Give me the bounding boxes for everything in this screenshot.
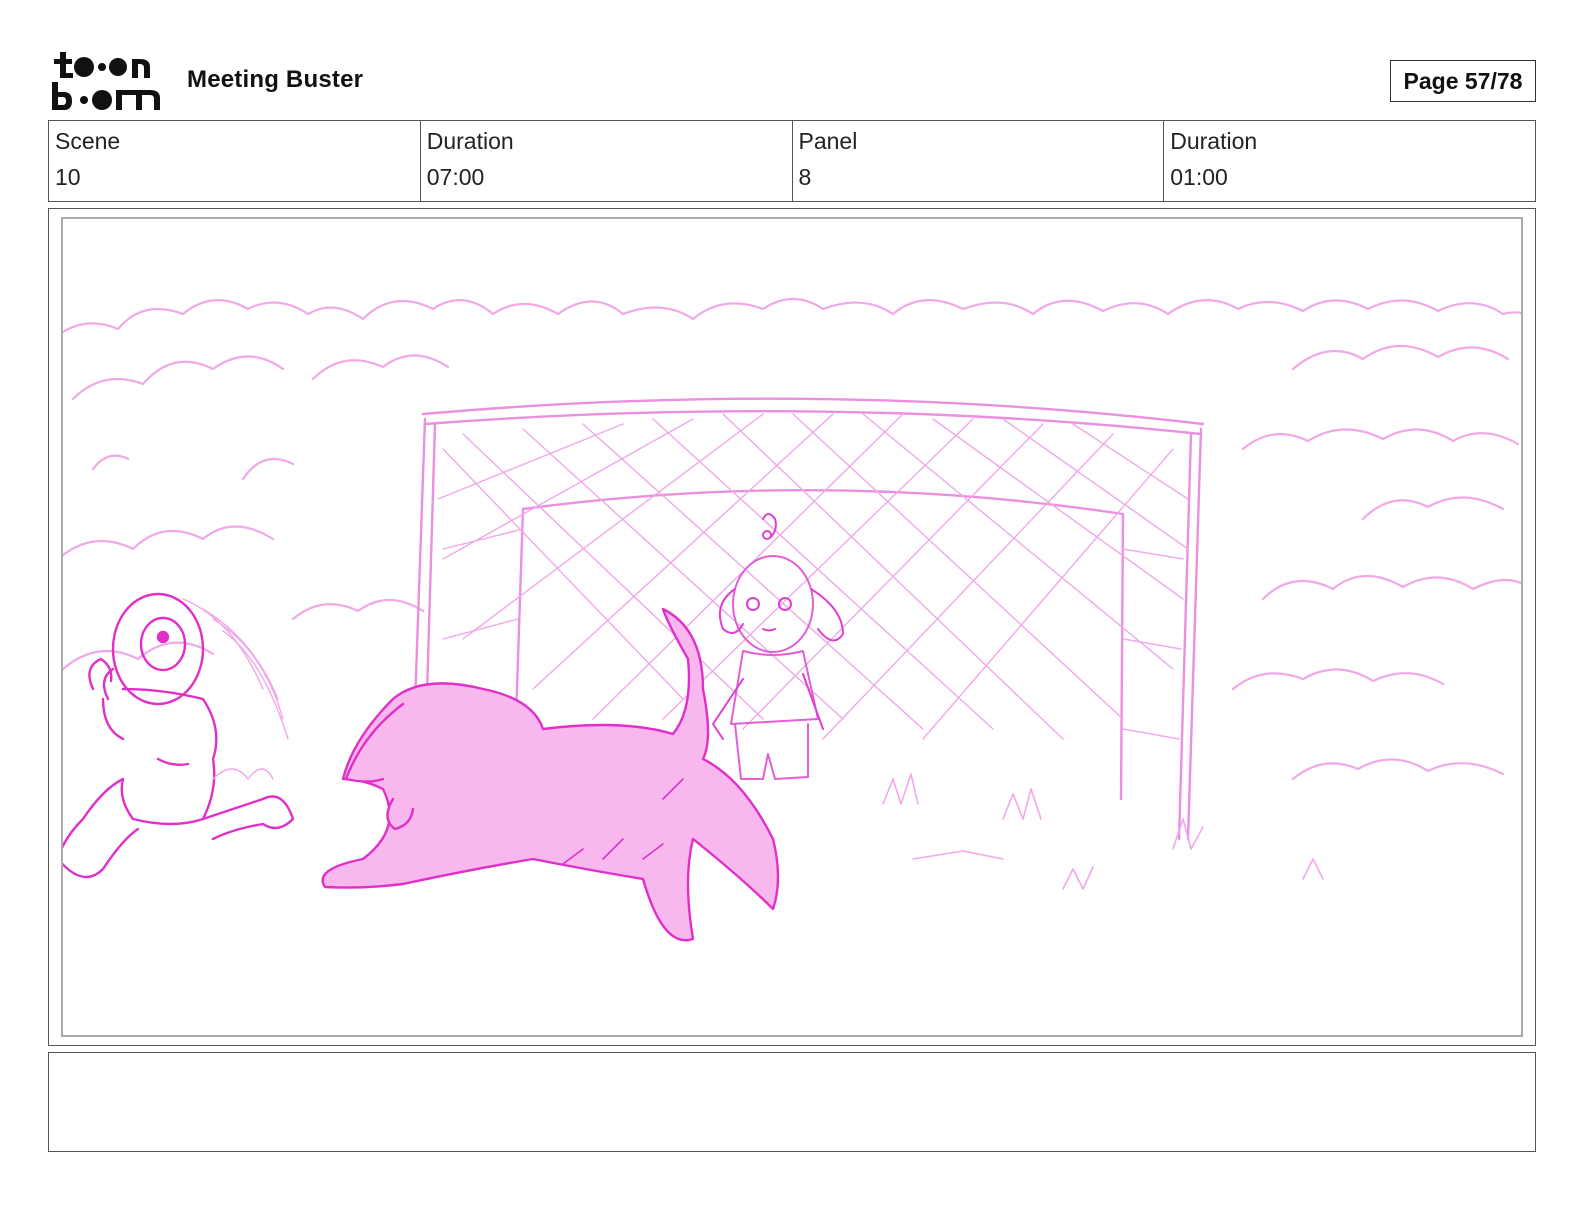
panel-cell: Panel 8 bbox=[791, 121, 1164, 201]
scene-duration-value: 07:00 bbox=[426, 164, 485, 190]
project-title: Meeting Buster bbox=[187, 66, 364, 93]
dog-sketch bbox=[321, 607, 780, 942]
goal-net bbox=[437, 413, 1189, 740]
toon-boom-logo bbox=[50, 50, 166, 112]
storyboard-panel-drawing bbox=[61, 217, 1523, 1037]
panel-duration-value: 01:00 bbox=[1170, 164, 1228, 190]
storyboard-panel-frame bbox=[48, 208, 1536, 1046]
panel-duration-cell: Duration 01:00 bbox=[1163, 121, 1535, 201]
scene-info-table: Scene 10 Duration 07:00 Panel 8 Duration… bbox=[48, 120, 1536, 202]
scene-cell: Scene 10 bbox=[49, 121, 420, 201]
panel-notes-box bbox=[48, 1052, 1536, 1152]
panel-value: 8 bbox=[798, 164, 812, 190]
panel-duration-label: Duration bbox=[1170, 128, 1258, 154]
scene-duration-label: Duration bbox=[426, 128, 514, 154]
grass-tufts bbox=[882, 773, 1324, 890]
page-indicator: Page 57/78 bbox=[1390, 60, 1536, 102]
panel-label: Panel bbox=[798, 128, 858, 154]
scene-value: 10 bbox=[55, 164, 81, 190]
scene-label: Scene bbox=[55, 128, 121, 154]
scene-duration-cell: Duration 07:00 bbox=[419, 121, 792, 201]
background-bushes bbox=[63, 298, 1521, 781]
running-boy bbox=[63, 592, 295, 879]
